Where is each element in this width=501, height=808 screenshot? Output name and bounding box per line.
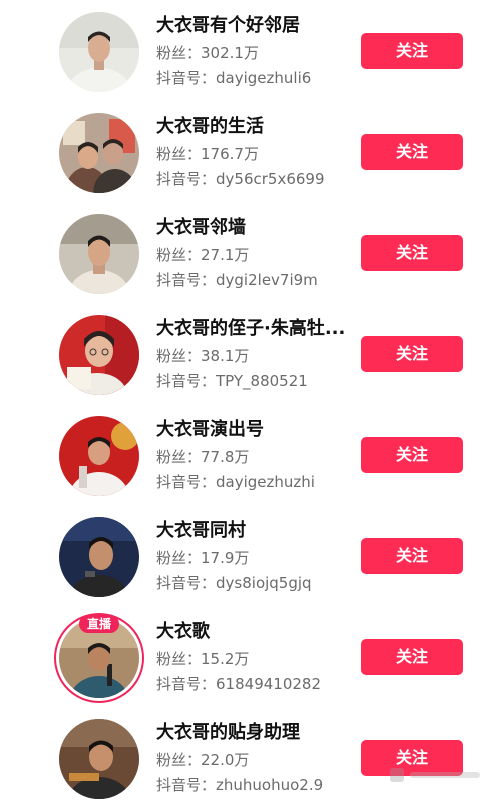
dyid-value: zhuhuohuo2.9 (216, 776, 324, 794)
user-avatar[interactable] (59, 113, 139, 193)
dyid-value: dygi2lev7i9m (216, 271, 318, 289)
dyid-label: 抖音号： (156, 372, 217, 390)
douyin-id: 抖音号：dayigezhuzhi (156, 471, 315, 493)
fans-count: 粉丝：77.8万 (156, 446, 249, 468)
user-name: 大衣哥的侄子·朱高牡... (156, 318, 346, 339)
dyid-label: 抖音号： (156, 675, 217, 693)
user-avatar[interactable] (59, 315, 139, 395)
fans-count: 粉丝：15.2万 (156, 648, 249, 670)
fans-count: 粉丝：302.1万 (156, 42, 259, 64)
fans-value: 27.1万 (201, 246, 250, 264)
user-avatar[interactable] (59, 517, 139, 597)
live-badge: 直播 (79, 615, 119, 633)
dyid-value: dayigezhuzhi (216, 473, 315, 491)
follow-button[interactable]: 关注 (361, 336, 463, 372)
fans-label: 粉丝： (156, 347, 202, 365)
fans-label: 粉丝： (156, 448, 202, 466)
fans-count: 粉丝：38.1万 (156, 345, 249, 367)
dyid-label: 抖音号： (156, 776, 217, 794)
fans-label: 粉丝： (156, 650, 202, 668)
avatar-photo-icon (59, 214, 139, 294)
fans-label: 粉丝： (156, 246, 202, 264)
fans-label: 粉丝： (156, 549, 202, 567)
user-name: 大衣哥邻墙 (156, 217, 246, 238)
dyid-label: 抖音号： (156, 271, 217, 289)
dyid-value: dayigezhuli6 (216, 69, 312, 87)
user-avatar[interactable] (59, 214, 139, 294)
dyid-label: 抖音号： (156, 473, 217, 491)
user-avatar[interactable] (59, 416, 139, 496)
avatar-photo-icon (59, 719, 139, 799)
avatar-photo-icon (59, 416, 139, 496)
user-avatar[interactable] (59, 719, 139, 799)
user-name: 大衣哥同村 (156, 520, 246, 541)
fans-value: 17.9万 (201, 549, 250, 567)
user-row[interactable]: 大衣哥邻墙 粉丝：27.1万 抖音号：dygi2lev7i9m 关注 (0, 202, 501, 303)
avatar-photo-icon (59, 113, 139, 193)
fans-value: 38.1万 (201, 347, 250, 365)
follow-button[interactable]: 关注 (361, 235, 463, 271)
watermark-logo-icon (390, 768, 480, 782)
douyin-id: 抖音号：61849410282 (156, 673, 321, 695)
user-name: 大衣歌 (156, 621, 210, 642)
fans-count: 粉丝：22.0万 (156, 749, 249, 771)
fans-label: 粉丝： (156, 145, 202, 163)
dyid-label: 抖音号： (156, 170, 217, 188)
avatar-photo-icon (59, 315, 139, 395)
fans-value: 15.2万 (201, 650, 250, 668)
douyin-id: 抖音号：dygi2lev7i9m (156, 269, 318, 291)
douyin-id: 抖音号：TPY_880521 (156, 370, 308, 392)
fans-label: 粉丝： (156, 751, 202, 769)
follow-button[interactable]: 关注 (361, 639, 463, 675)
user-row[interactable]: 大衣哥有个好邻居 粉丝：302.1万 抖音号：dayigezhuli6 关注 (0, 0, 501, 101)
fans-count: 粉丝：17.9万 (156, 547, 249, 569)
fans-value: 22.0万 (201, 751, 250, 769)
follow-button[interactable]: 关注 (361, 134, 463, 170)
user-row[interactable]: 大衣哥同村 粉丝：17.9万 抖音号：dys8iojq5gjq 关注 (0, 505, 501, 606)
douyin-id: 抖音号：zhuhuohuo2.9 (156, 774, 323, 796)
user-row[interactable]: 大衣哥的侄子·朱高牡... 粉丝：38.1万 抖音号：TPY_880521 关注 (0, 303, 501, 404)
user-row[interactable]: 大衣哥的生活 粉丝：176.7万 抖音号：dy56cr5x6699 关注 (0, 101, 501, 202)
dyid-label: 抖音号： (156, 574, 217, 592)
user-name: 大衣哥有个好邻居 (156, 15, 300, 36)
dyid-value: 61849410282 (216, 675, 321, 693)
douyin-id: 抖音号：dayigezhuli6 (156, 67, 311, 89)
user-row[interactable]: 大衣哥的贴身助理 粉丝：22.0万 抖音号：zhuhuohuo2.9 关注 (0, 707, 501, 808)
follow-button[interactable]: 关注 (361, 437, 463, 473)
douyin-id: 抖音号：dys8iojq5gjq (156, 572, 312, 594)
douyin-id: 抖音号：dy56cr5x6699 (156, 168, 325, 190)
user-avatar[interactable] (59, 12, 139, 92)
fans-label: 粉丝： (156, 44, 202, 62)
avatar-photo-icon (59, 12, 139, 92)
user-row[interactable]: 大衣哥演出号 粉丝：77.8万 抖音号：dayigezhuzhi 关注 (0, 404, 501, 505)
user-name: 大衣哥的贴身助理 (156, 722, 300, 743)
dyid-value: dys8iojq5gjq (216, 574, 312, 592)
user-name: 大衣哥演出号 (156, 419, 264, 440)
dyid-value: dy56cr5x6699 (216, 170, 325, 188)
fans-value: 176.7万 (201, 145, 259, 163)
avatar-photo-icon (59, 517, 139, 597)
user-name: 大衣哥的生活 (156, 116, 264, 137)
fans-count: 粉丝：176.7万 (156, 143, 259, 165)
fans-value: 77.8万 (201, 448, 250, 466)
follow-button[interactable]: 关注 (361, 33, 463, 69)
user-row[interactable]: 直播 大衣歌 粉丝：15.2万 抖音号：61849410282 关注 (0, 606, 501, 707)
fans-value: 302.1万 (201, 44, 259, 62)
follow-button[interactable]: 关注 (361, 538, 463, 574)
dyid-value: TPY_880521 (216, 372, 308, 390)
dyid-label: 抖音号： (156, 69, 217, 87)
fans-count: 粉丝：27.1万 (156, 244, 249, 266)
